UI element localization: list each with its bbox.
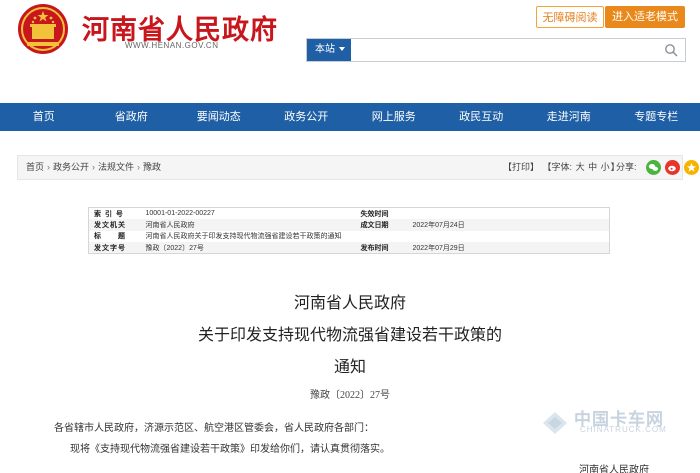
nav-item-home[interactable]: 首页 [0,103,88,131]
doc-number-label: 发文字号 [88,242,141,254]
nav-item-news[interactable]: 要闻动态 [175,103,263,131]
watermark-logo: 中国卡车网 CHINATRUCK.COM [540,405,668,445]
breadcrumb: 首页 › 政务公开 › 法规文件 › 豫政 [26,156,161,179]
site-header: 河南省人民政府 WWW.HENAN.GOV.CN 无障碍阅读 进入适老模式 本站 [0,0,700,103]
main-nav: 首页 省政府 要闻动态 政务公开 网上服务 政民互动 走进河南 专题专栏 [0,103,700,131]
written-date-value: 2022年07月24日 [407,219,610,231]
nav-item-provincial-government[interactable]: 省政府 [88,103,176,131]
breadcrumb-separator: › [92,162,96,172]
nav-item-online-services[interactable]: 网上服务 [350,103,438,131]
search-input[interactable] [353,39,663,61]
search-icon[interactable] [664,43,678,57]
index-number-label: 索 引 号 [94,210,124,218]
nav-item-special-topics[interactable]: 专题专栏 [613,103,700,131]
national-emblem-icon[interactable] [17,3,69,55]
breadcrumb-separator: › [137,162,141,172]
truck-logo-icon [543,412,567,434]
elder-mode-button[interactable]: 进入适老模式 [605,6,685,28]
document-title-line-3: 通知 [333,359,366,376]
page-tools: 【打印】 【字体: 大 中 小】 [503,156,621,179]
written-date-label: 成文日期 [355,219,408,231]
font-size-label: 【字体: [542,162,573,172]
document-addressee: 各省辖市人民政府，济源示范区、航空港区管委会，省人民政府各部门： [54,423,374,434]
nav-item-government-affairs[interactable]: 政务公开 [263,103,351,131]
publish-date-label: 发布时间 [355,242,408,254]
breadcrumb-item-yuzheng[interactable]: 豫政 [143,162,161,172]
title-label: 标 题 [94,233,126,241]
breadcrumb-item-government-affairs[interactable]: 政务公开 [53,162,89,172]
doc-number-value: 豫政〔2022〕27号 [140,242,356,254]
search-scope-select[interactable]: 本站 [307,39,351,61]
watermark-domain: CHINATRUCK.COM [580,425,667,434]
issuer-label: 发文机关 [88,219,141,231]
search-scope-label: 本站 [315,44,335,55]
invalid-time-value [408,208,610,220]
accessibility-button[interactable]: 无障碍阅读 [536,6,604,28]
publish-date-value: 2022年07月29日 [407,242,610,254]
qzone-icon[interactable] [684,160,699,175]
index-number-value: 10001-01-2022-00227 [145,210,215,217]
breadcrumb-item-home[interactable]: 首页 [26,162,44,172]
breadcrumb-bar: 首页 › 政务公开 › 法规文件 › 豫政 【打印】 【字体: 大 中 小】 分享: [17,155,699,180]
search-bar: 本站 [306,38,686,62]
print-button[interactable]: 【打印】 [503,162,539,172]
title-value: 河南省人民政府关于印发支持现代物流强省建设若干政策的通知 [145,233,342,241]
site-domain: WWW.HENAN.GOV.CN [125,41,219,50]
document-number: 豫政〔2022〕27号 [310,390,390,401]
chevron-down-icon [339,47,345,51]
breadcrumb-separator: › [47,162,51,172]
document-signature: 河南省人民政府 [579,465,649,473]
document-body-text: 现将《支持现代物流强省建设若干政策》印发给你们，请认真贯彻落实。 [70,444,390,455]
document-title-line-2: 关于印发支持现代物流强省建设若干政策的 [197,327,502,344]
breadcrumb-item-regulations[interactable]: 法规文件 [98,162,134,172]
font-medium-button[interactable]: 中 [588,162,597,172]
issuer-value: 河南省人民政府 [140,219,356,231]
share-label: 分享: [616,162,637,172]
nav-item-interaction[interactable]: 政民互动 [438,103,526,131]
document-title-line-1: 河南省人民政府 [293,295,406,312]
font-small-button[interactable]: 小 [601,162,610,172]
invalid-time-label: 失效时间 [360,210,389,218]
document-metadata-table: 索 引 号 10001-01-2022-00227 失效时间 发文机关 河南省人… [88,207,610,254]
weibo-icon[interactable] [665,160,680,175]
wechat-icon[interactable] [646,160,661,175]
nav-item-about-henan[interactable]: 走进河南 [525,103,613,131]
font-large-button[interactable]: 大 [576,162,585,172]
